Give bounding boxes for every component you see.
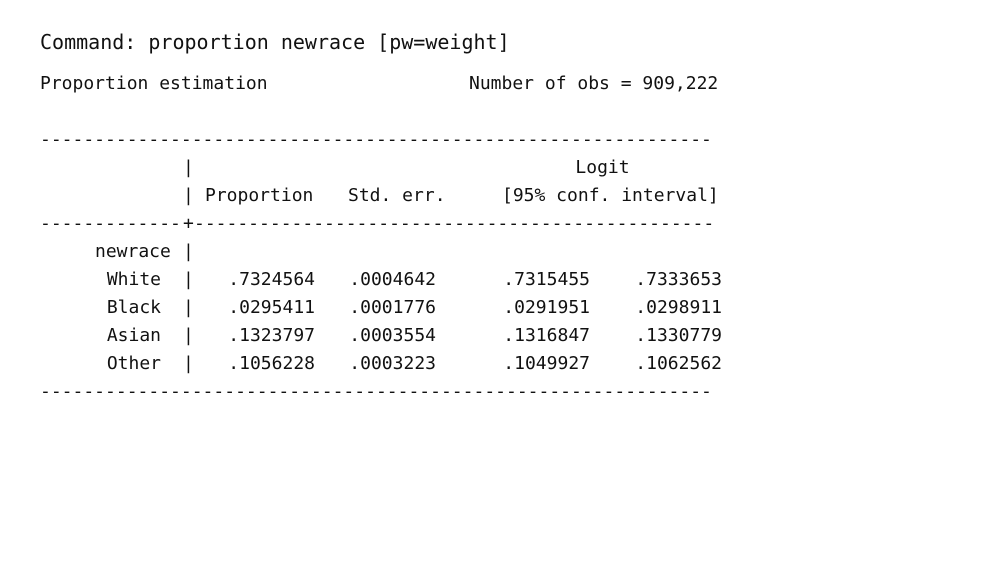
table-rule-top: ----------------------------------------… <box>40 129 712 150</box>
table-row: Other | .1056228 .0003223 .1049927 .1062… <box>40 350 940 378</box>
cell-ci-low: .0291951 <box>503 297 590 318</box>
table-row: Asian | .1323797 .0003554 .1316847 .1330… <box>40 322 940 350</box>
cell-proportion: .1056228 <box>228 353 315 374</box>
table-pipe: | <box>183 353 194 374</box>
cell-proportion: .0295411 <box>228 297 315 318</box>
cell-stderr: .0003223 <box>349 353 436 374</box>
table-pipe: | <box>183 297 194 318</box>
cell-stderr: .0004642 <box>349 269 436 290</box>
cell-proportion: .7324564 <box>228 269 315 290</box>
cell-ci-high: .1062562 <box>635 353 722 374</box>
table-header-line-2: | Proportion Std. err. [95% conf. interv… <box>40 182 940 210</box>
estimation-output: Proportion estimation Number of obs = 90… <box>40 70 940 406</box>
table-pipe: | <box>183 325 194 346</box>
cell-proportion: .1323797 <box>228 325 315 346</box>
cell-stderr: .0003554 <box>349 325 436 346</box>
row-label: Asian <box>106 325 161 346</box>
row-label: White <box>106 269 161 290</box>
table-pipe: | <box>183 185 194 206</box>
output-title: Proportion estimation <box>40 73 268 94</box>
rule-mid-right: ----------------------------------------… <box>194 213 715 234</box>
cell-stderr: .0001776 <box>349 297 436 318</box>
table-row: Black | .0295411 .0001776 .0291951 .0298… <box>40 294 940 322</box>
cell-ci-high: .0298911 <box>635 297 722 318</box>
table-header-line-1: | Logit <box>40 154 940 182</box>
row-label: Black <box>106 297 161 318</box>
col-header-proportion: Proportion <box>205 185 314 206</box>
logit-label: Logit <box>575 157 630 178</box>
cell-ci-low: .7315455 <box>503 269 590 290</box>
cell-ci-low: .1316847 <box>503 325 590 346</box>
col-header-ci: [95% conf. interval] <box>502 185 719 206</box>
rule-mid-cross: + <box>183 213 194 234</box>
cell-ci-low: .1049927 <box>503 353 590 374</box>
command-line: Command: proportion newrace [pw=weight] <box>40 30 510 54</box>
table-rule-bottom: ----------------------------------------… <box>40 381 712 402</box>
table-pipe: | <box>183 269 194 290</box>
command-prefix: Command: <box>40 30 149 54</box>
obs-count: Number of obs = 909,222 <box>469 73 719 94</box>
command-text: proportion newrace [pw=weight] <box>148 30 510 54</box>
header-line: Proportion estimation Number of obs = 90… <box>40 70 940 98</box>
row-label: Other <box>106 353 161 374</box>
cell-ci-high: .1330779 <box>635 325 722 346</box>
table-pipe: | <box>183 241 194 262</box>
table-row: White | .7324564 .0004642 .7315455 .7333… <box>40 266 940 294</box>
rule-mid-left: ------------- <box>40 213 181 234</box>
group-label-line: newrace | <box>40 238 940 266</box>
col-header-stderr: Std. err. <box>348 185 446 206</box>
cell-ci-high: .7333653 <box>635 269 722 290</box>
table-rule-mid: ------------- + ------------------------… <box>40 210 940 238</box>
table-pipe: | <box>183 157 194 178</box>
group-label: newrace <box>95 241 171 262</box>
